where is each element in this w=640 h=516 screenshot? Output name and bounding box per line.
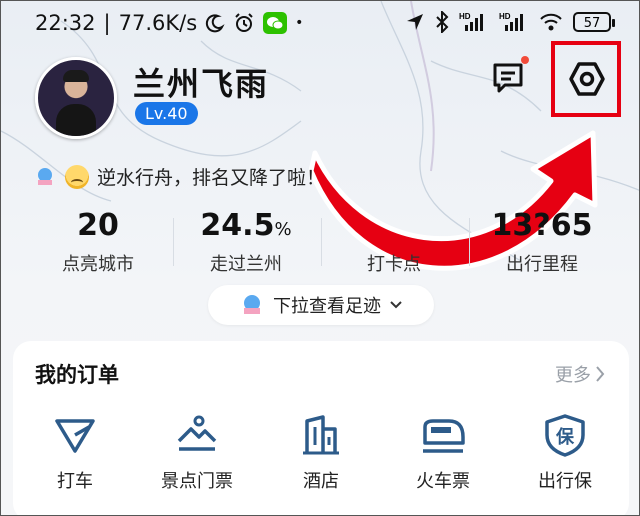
status-left: 22:32 | 77.6K/s • — [35, 11, 303, 35]
balloon-icon — [244, 295, 260, 314]
avatar-suit — [56, 104, 96, 136]
stat-value — [319, 206, 469, 246]
notification-dot — [521, 56, 529, 64]
scenic-ticket-icon — [177, 415, 217, 451]
stat-label: 打卡点 — [367, 254, 421, 275]
order-train[interactable]: 火车票 — [383, 413, 503, 493]
rank-text: 逆水行舟，排名又降了啦！ — [97, 167, 326, 189]
status-bar: 22:32 | 77.6K/s • HD HD 57 — [1, 1, 639, 47]
order-label: 打车 — [57, 471, 93, 492]
wifi-icon — [540, 13, 562, 31]
status-dot: • — [295, 15, 304, 31]
stat-value: 20 — [77, 208, 119, 243]
order-label: 酒店 — [303, 471, 339, 492]
orders-more-link[interactable]: 更多 — [555, 361, 605, 387]
stat-label: 走过兰州 — [210, 254, 282, 275]
app-screen: 22:32 | 77.6K/s • HD HD 57 兰州飞雨 Lv.40 逆水… — [0, 0, 640, 516]
order-hotel[interactable]: 酒店 — [261, 413, 381, 493]
rank-notice[interactable]: 逆水行舟，排名又降了啦！ — [33, 163, 325, 190]
alarm-icon — [235, 13, 253, 32]
message-icon[interactable] — [491, 61, 525, 95]
order-label: 景点门票 — [161, 471, 233, 492]
insurance-icon: 保 — [545, 414, 585, 457]
signal-hd-icon: HD — [459, 12, 483, 31]
wechat-icon — [263, 12, 288, 34]
stat-label: 出行里程 — [506, 254, 578, 275]
status-right: HD HD 57 — [405, 11, 615, 33]
username[interactable]: 兰州飞雨 — [133, 59, 269, 105]
stat-checkins[interactable]: 打卡点 — [319, 206, 469, 276]
order-insurance[interactable]: 保 出行保 — [505, 413, 625, 493]
stats-row: 20 点亮城市 24.5% 走过兰州 打卡点 13?65 出行里程 — [1, 206, 639, 276]
svg-text:HD: HD — [499, 12, 511, 21]
avatar-hair — [63, 70, 89, 82]
svg-text:保: 保 — [555, 426, 575, 448]
stat-cities[interactable]: 20 点亮城市 — [23, 206, 173, 276]
pull-down-footprint-button[interactable]: 下拉查看足迹 — [208, 285, 434, 325]
order-taxi[interactable]: 打车 — [15, 413, 135, 493]
level-badge[interactable]: Lv.40 — [135, 102, 198, 125]
order-label: 火车票 — [416, 471, 470, 492]
stat-lanzhou[interactable]: 24.5% 走过兰州 — [171, 206, 321, 276]
pull-hint-text: 下拉查看足迹 — [273, 296, 381, 317]
stat-value: 13?65 — [491, 208, 593, 243]
bluetooth-icon — [436, 11, 449, 33]
train-icon — [423, 419, 465, 453]
avatar[interactable] — [35, 57, 117, 139]
stat-mileage[interactable]: 13?65 出行里程 — [467, 206, 617, 276]
status-time: 22:32 — [35, 11, 96, 35]
battery-icon: 57 — [573, 12, 615, 32]
location-icon — [407, 14, 423, 30]
network-speed: 77.6K/s — [118, 11, 198, 35]
hotel-icon — [303, 415, 339, 455]
order-label: 出行保 — [538, 471, 592, 492]
chevron-right-icon — [596, 366, 605, 382]
stat-label: 点亮城市 — [62, 254, 134, 275]
balloon-icon — [38, 167, 52, 185]
stat-value: 24.5% — [200, 208, 292, 243]
orders-card: 我的订单 更多 打车 景点门票 酒店 火车票 保 出行保 — [13, 341, 629, 515]
svg-text:HD: HD — [459, 12, 471, 21]
sad-face-icon — [65, 164, 89, 189]
order-scenic-ticket[interactable]: 景点门票 — [137, 413, 257, 493]
taxi-icon — [55, 419, 95, 453]
signal-hd-icon-2: HD — [499, 12, 523, 31]
moon-icon — [206, 14, 225, 33]
more-label: 更多 — [555, 365, 591, 386]
chevron-down-icon — [390, 301, 402, 309]
status-separator: | — [103, 11, 111, 35]
orders-title: 我的订单 — [35, 363, 119, 387]
